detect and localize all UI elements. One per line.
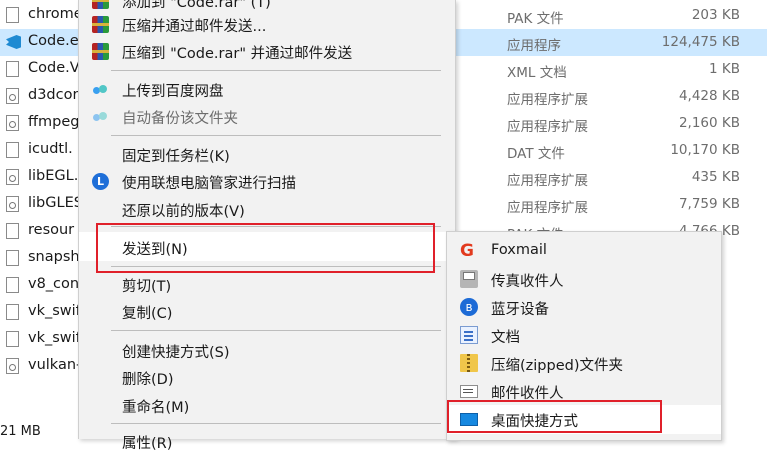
menu-item-rename[interactable]: 重命名(M) xyxy=(79,392,455,419)
file-type: 应用程序扩展 xyxy=(507,200,588,216)
menu-item-upload-baidu[interactable]: 上传到百度网盘 xyxy=(79,76,455,103)
menu-item-properties[interactable]: 属性(R) xyxy=(79,428,455,455)
send-to-documents[interactable]: 文档 xyxy=(447,321,721,349)
file-icon xyxy=(6,331,19,347)
file-name: Code.V xyxy=(28,60,80,76)
file-size: 1 KB xyxy=(709,61,740,77)
fax-icon xyxy=(460,270,478,288)
menu-item-delete[interactable]: 删除(D) xyxy=(79,364,455,391)
file-name: icudtl. xyxy=(28,141,73,157)
file-name: libEGL. xyxy=(28,168,79,184)
menu-item-cut[interactable]: 剪切(T) xyxy=(79,271,455,298)
menu-item-compress-rar-email[interactable]: 压缩到 "Code.rar" 并通过邮件发送 xyxy=(79,38,455,65)
winrar-icon xyxy=(92,0,109,9)
file-size: 124,475 KB xyxy=(661,34,740,50)
file-name: vulkan- xyxy=(28,357,82,373)
gear-file-icon xyxy=(6,88,19,104)
file-icon xyxy=(6,250,19,266)
baidu-cloud-icon xyxy=(92,108,109,125)
file-type: DAT 文件 xyxy=(507,146,565,162)
file-size: 203 KB xyxy=(691,7,740,23)
file-icon xyxy=(6,61,19,77)
file-icon xyxy=(6,277,19,293)
menu-item-compress-email[interactable]: 压缩并通过邮件发送... xyxy=(79,11,455,38)
menu-item-auto-backup[interactable]: 自动备份该文件夹 xyxy=(79,103,455,130)
file-name: chrome xyxy=(28,6,83,22)
document-icon xyxy=(460,326,478,344)
file-type: PAK 文件 xyxy=(507,11,564,27)
gear-file-icon xyxy=(6,169,19,185)
menu-item-pin-taskbar[interactable]: 固定到任务栏(K) xyxy=(79,141,455,168)
foxmail-icon: G xyxy=(460,241,474,261)
file-type: XML 文档 xyxy=(507,65,567,81)
file-name: libGLES xyxy=(28,195,83,211)
lenovo-icon: L xyxy=(92,173,109,190)
file-icon xyxy=(6,7,19,23)
send-to-fax-recipient[interactable]: 传真收件人 xyxy=(447,265,721,293)
gear-file-icon xyxy=(6,196,19,212)
file-type: 应用程序扩展 xyxy=(507,173,588,189)
file-size: 10,170 KB xyxy=(670,142,740,158)
file-name: ffmpeg xyxy=(28,114,80,130)
file-name: vk_swif xyxy=(28,330,81,346)
file-size: 435 KB xyxy=(691,169,740,185)
file-type: 应用程序扩展 xyxy=(507,119,588,135)
file-type: 应用程序扩展 xyxy=(507,92,588,108)
send-to-bluetooth[interactable]: ʙ 蓝牙设备 xyxy=(447,293,721,321)
vscode-icon xyxy=(6,34,19,50)
menu-item-copy[interactable]: 复制(C) xyxy=(79,298,455,325)
file-name: Code.e xyxy=(28,33,79,49)
send-to-compressed-folder[interactable]: 压缩(zipped)文件夹 xyxy=(447,349,721,377)
file-name: v8_con xyxy=(28,276,80,292)
file-type: 应用程序 xyxy=(507,38,561,54)
file-size: 7,759 KB xyxy=(678,196,740,212)
file-size: 2,160 KB xyxy=(678,115,740,131)
winrar-icon xyxy=(92,43,109,60)
file-name: snapsh xyxy=(28,249,80,265)
file-icon xyxy=(6,304,19,320)
menu-separator xyxy=(111,423,441,424)
menu-separator xyxy=(111,135,441,136)
menu-separator xyxy=(111,330,441,331)
file-name: resour xyxy=(28,222,75,238)
zip-folder-icon xyxy=(460,354,478,372)
status-selected-size: 21 MB xyxy=(0,424,41,439)
menu-item-create-shortcut[interactable]: 创建快捷方式(S) xyxy=(79,337,455,364)
file-name: d3dcor xyxy=(28,87,79,103)
winrar-icon xyxy=(92,16,109,33)
file-icon xyxy=(6,223,19,239)
baidu-cloud-icon xyxy=(92,81,109,98)
annotation-box-desktop-shortcut xyxy=(447,400,662,433)
gear-file-icon xyxy=(6,358,19,374)
send-to-foxmail[interactable]: G Foxmail xyxy=(447,237,721,265)
bluetooth-icon: ʙ xyxy=(460,298,478,316)
file-icon xyxy=(6,142,19,158)
mail-icon xyxy=(460,385,478,398)
file-size: 4,428 KB xyxy=(678,88,740,104)
menu-item-lenovo-scan[interactable]: L 使用联想电脑管家进行扫描 xyxy=(79,168,455,195)
gear-file-icon xyxy=(6,115,19,131)
menu-separator xyxy=(111,70,441,71)
annotation-box-send-to xyxy=(96,223,435,273)
menu-item-restore-previous[interactable]: 还原以前的版本(V) xyxy=(79,196,455,223)
context-menu: 添加到 "Code.rar" (T) 压缩并通过邮件发送... 压缩到 "Cod… xyxy=(78,0,524,452)
file-name: vk_swif xyxy=(28,303,81,319)
